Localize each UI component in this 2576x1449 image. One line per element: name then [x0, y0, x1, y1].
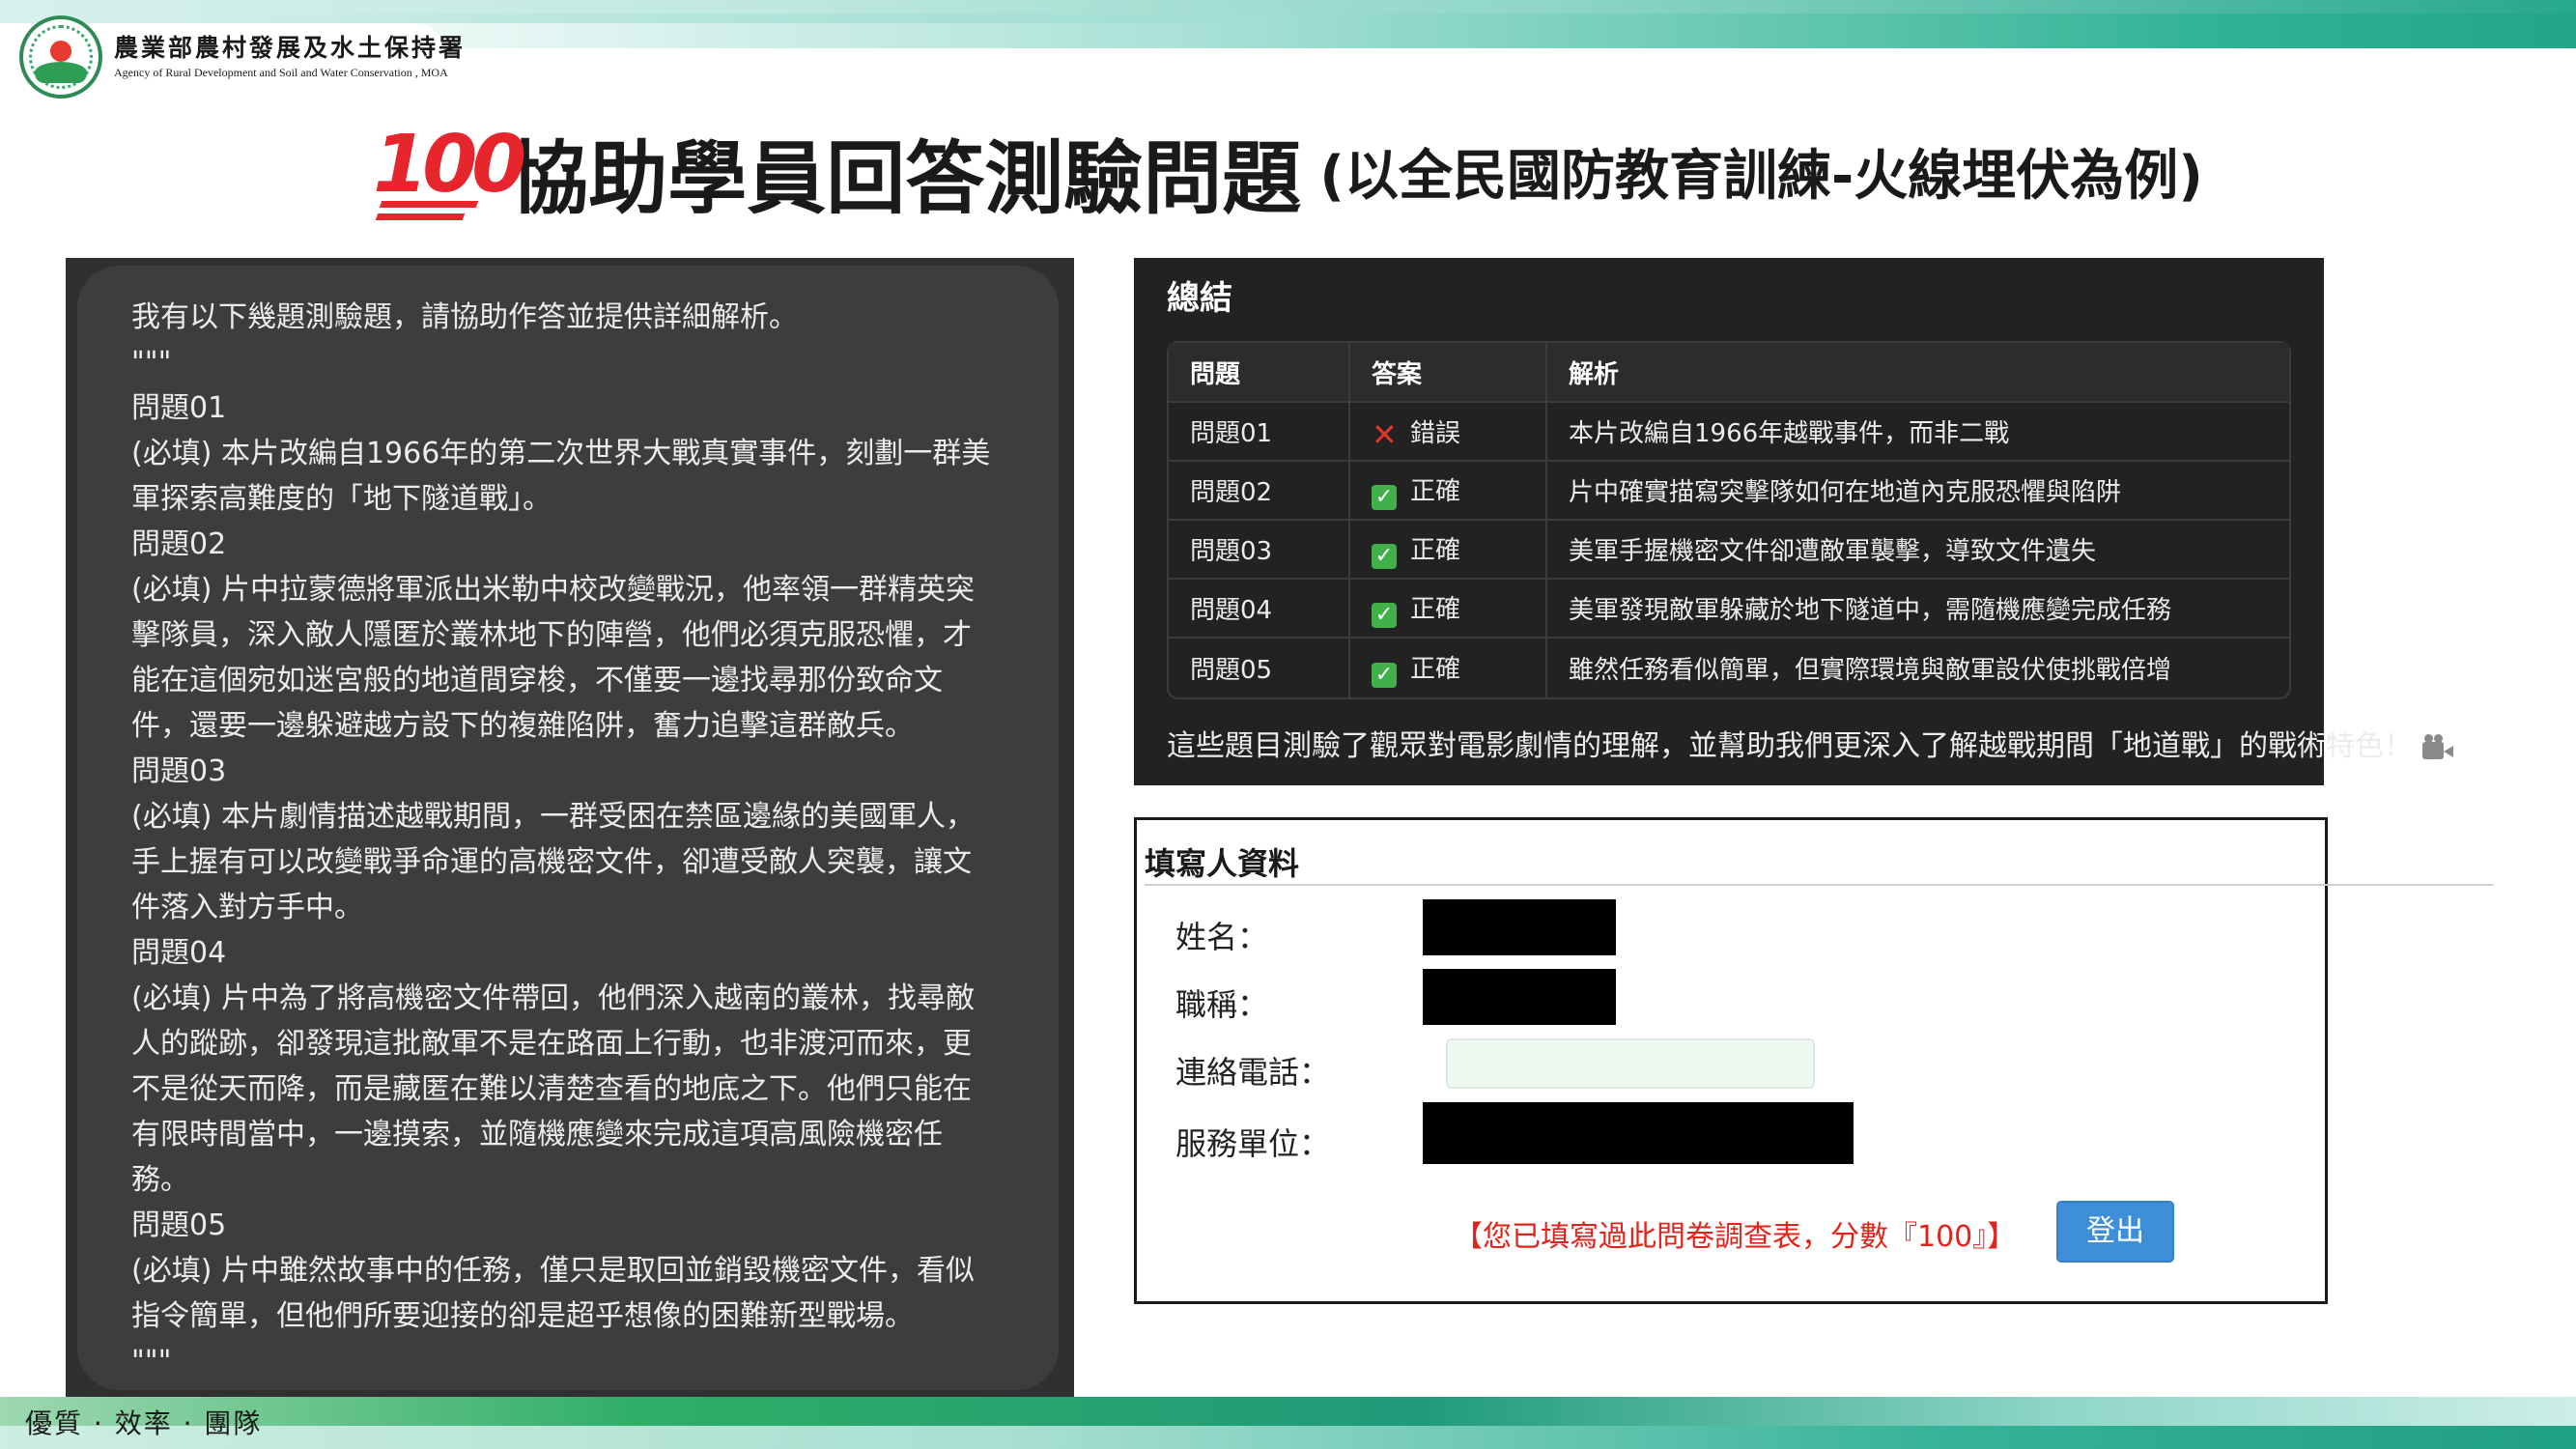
- answer-label: 正確: [1410, 654, 1461, 684]
- prompt-line: (必填) 片中為了將高機密文件帶回，他們深入越南的叢林，找尋敵: [131, 981, 975, 1015]
- service-unit-label: 服務單位：: [1175, 1125, 1331, 1162]
- explanation-cell: 美軍發現敵軍躲藏於地下隧道中，需隨機應變完成任務: [1545, 580, 2289, 639]
- job-title-label: 職稱：: [1175, 986, 1269, 1023]
- check-mark-icon: ✓: [1372, 602, 1397, 628]
- answer-cell: ✕ 錯誤: [1348, 403, 1545, 462]
- column-header-answer: 答案: [1348, 343, 1545, 403]
- prompt-line: 問題05: [131, 1208, 227, 1242]
- table-row: 問題05 ✓ 正確 雖然任務看似簡單，但實際環境與敵軍設伏使挑戰倍增: [1169, 639, 2289, 697]
- movie-camera-icon: [2422, 734, 2453, 759]
- prompt-line: 人的蹤跡，卻發現這批敵軍不是在路面上行動，也非渡河而來，更: [131, 1027, 972, 1061]
- table-row: 問題02 ✓ 正確 片中確實描寫突擊隊如何在地道內克服恐懼與陷阱: [1169, 462, 2289, 521]
- table-header-row: 問題 答案 解析: [1169, 343, 2289, 403]
- service-unit-value-redacted: [1423, 1102, 1854, 1164]
- prompt-line: 軍探索高難度的「地下隧道戰」。: [131, 482, 552, 516]
- prompt-line: """: [131, 346, 172, 380]
- column-header-question: 問題: [1169, 343, 1348, 403]
- user-prompt-bubble: 我有以下幾題測驗題，請協助作答並提供詳細解析。 """ 問題01 (必填) 本片…: [77, 266, 1059, 1390]
- hundred-points-icon: 100: [373, 121, 526, 222]
- table-row: 問題03 ✓ 正確 美軍手握機密文件卻遭敵軍襲擊，導致文件遺失: [1169, 521, 2289, 580]
- answer-cell: ✓ 正確: [1348, 580, 1545, 639]
- slide-title: 100 協助學員回答測驗問題 (以全民國防教育訓練-火線埋伏為例): [0, 114, 2576, 230]
- question-cell: 問題01: [1169, 403, 1348, 462]
- agency-name: 農業部農村發展及水土保持署: [114, 34, 467, 62]
- prompt-line: 問題04: [131, 936, 227, 970]
- summary-note: 這些題目測驗了觀眾對電影劇情的理解，並幫助我們更深入了解越戰期間「地道戰」的戰術…: [1167, 722, 2453, 764]
- question-cell: 問題03: [1169, 521, 1348, 580]
- prompt-line: 不是從天而降，而是藏匿在難以清楚查看的地底之下。他們只能在: [131, 1072, 972, 1106]
- explanation-cell: 雖然任務看似簡單，但實際環境與敵軍設伏使挑戰倍增: [1545, 639, 2289, 697]
- explanation-cell: 片中確實描寫突擊隊如何在地道內克服恐懼與陷阱: [1545, 462, 2289, 521]
- prompt-line: 件，還要一邊躲避越方設下的複雜陷阱，奮力追擊這群敵兵。: [131, 709, 914, 743]
- chat-panel: 我有以下幾題測驗題，請協助作答並提供詳細解析。 """ 問題01 (必填) 本片…: [66, 258, 1074, 1398]
- prompt-line: (必填) 本片劇情描述越戰期間，一群受困在禁區邊緣的美國軍人，: [131, 800, 975, 834]
- bottom-decorative-band: [0, 1397, 2576, 1449]
- logout-button[interactable]: 登出: [2056, 1201, 2174, 1263]
- prompt-line: """: [131, 1345, 172, 1378]
- agency-seal-icon: [19, 15, 102, 99]
- agency-name-english: Agency of Rural Development and Soil and…: [114, 66, 448, 79]
- answer-label: 正確: [1410, 476, 1461, 506]
- check-mark-icon: ✓: [1372, 484, 1397, 510]
- prompt-line: 問題01: [131, 391, 227, 425]
- prompt-line: 指令簡單，但他們所要迎接的卻是超乎想像的困難新型戰場。: [131, 1299, 914, 1333]
- cross-mark-icon: ✕: [1372, 416, 1398, 453]
- prompt-line: 手上握有可以改變戰爭命運的高機密文件，卻遭受敵人突襲，讓文: [131, 845, 972, 879]
- prompt-line: (必填) 本片改編自1966年的第二次世界大戰真實事件，刻劃一群美: [131, 437, 991, 470]
- table-row: 問題01 ✕ 錯誤 本片改編自1966年越戰事件，而非二戰: [1169, 403, 2289, 462]
- prompt-line: 問題02: [131, 527, 227, 561]
- prompt-line: 問題03: [131, 754, 227, 788]
- answer-label: 錯誤: [1410, 419, 1461, 448]
- explanation-cell: 美軍手握機密文件卻遭敵軍襲擊，導致文件遺失: [1545, 521, 2289, 580]
- prompt-line: 我有以下幾題測驗題，請協助作答並提供詳細解析。: [131, 300, 798, 334]
- answer-label: 正確: [1410, 594, 1461, 624]
- job-title-value-redacted: [1423, 969, 1616, 1025]
- summary-title: 總結: [1167, 279, 1232, 318]
- prompt-line: 件落入對方手中。: [131, 891, 363, 924]
- form-divider: [1145, 884, 2493, 886]
- prompt-line: (必填) 片中拉蒙德將軍派出米勒中校改變戰況，他率領一群精英突: [131, 573, 975, 607]
- summary-panel: 總結 問題 答案 解析 問題01 ✕ 錯誤 本片改編自1966年越戰事件，而非二戰…: [1134, 258, 2453, 785]
- question-cell: 問題05: [1190, 656, 1273, 685]
- prompt-line: 能在這個宛如迷宮般的地道間穿梭，不僅要一邊找尋那份致命文: [131, 664, 943, 697]
- table-row: 問題04 ✓ 正確 美軍發現敵軍躲藏於地下隧道中，需隨機應變完成任務: [1169, 580, 2289, 639]
- prompt-line: 擊隊員，深入敵人隱匿於叢林地下的陣營，他們必須克服恐懼，才: [131, 618, 972, 652]
- respondent-form: 填寫人資料 姓名： 職稱： 連絡電話： 服務單位： 【您已填寫過此問卷調查表，分…: [1134, 817, 2493, 1304]
- summary-note-text: 這些題目測驗了觀眾對電影劇情的理解，並幫助我們更深入了解越戰期間「地道戰」的戰術…: [1167, 729, 2413, 763]
- answer-cell: ✓ 正確: [1348, 639, 1545, 697]
- question-cell: 問題04: [1169, 580, 1348, 639]
- prompt-line: (必填) 片中雖然故事中的任務，僅只是取回並銷毀機密文件，看似: [131, 1254, 975, 1288]
- check-mark-icon: ✓: [1372, 543, 1397, 569]
- check-mark-icon: ✓: [1372, 662, 1397, 688]
- answer-label: 正確: [1410, 535, 1461, 565]
- prompt-line: 務。: [131, 1163, 189, 1197]
- column-header-explanation: 解析: [1545, 343, 2289, 403]
- answer-cell: ✓ 正確: [1348, 462, 1545, 521]
- question-cell: 問題02: [1169, 462, 1348, 521]
- prompt-line: 有限時間當中，一邊摸索，並隨機應變來完成這項高風險機密任: [131, 1118, 943, 1151]
- title-subtitle: (以全民國防教育訓練-火線埋伏為例): [1319, 145, 2203, 208]
- completion-status-message: 【您已填寫過此問卷調查表，分數『100』】: [1454, 1220, 2017, 1254]
- name-value-redacted: [1423, 899, 1616, 955]
- explanation-cell: 本片改編自1966年越戰事件，而非二戰: [1545, 403, 2289, 462]
- footer-tagline: 優質 · 效率 · 團隊: [25, 1407, 263, 1439]
- summary-table: 問題 答案 解析 問題01 ✕ 錯誤 本片改編自1966年越戰事件，而非二戰 問題…: [1167, 341, 2291, 699]
- name-label: 姓名：: [1175, 919, 1269, 955]
- title-main: 協助學員回答測驗問題: [509, 133, 1302, 225]
- answer-cell: ✓ 正確: [1348, 521, 1545, 580]
- phone-input[interactable]: [1446, 1038, 1815, 1089]
- form-title: 填寫人資料: [1145, 845, 1300, 882]
- phone-label: 連絡電話：: [1175, 1054, 1331, 1091]
